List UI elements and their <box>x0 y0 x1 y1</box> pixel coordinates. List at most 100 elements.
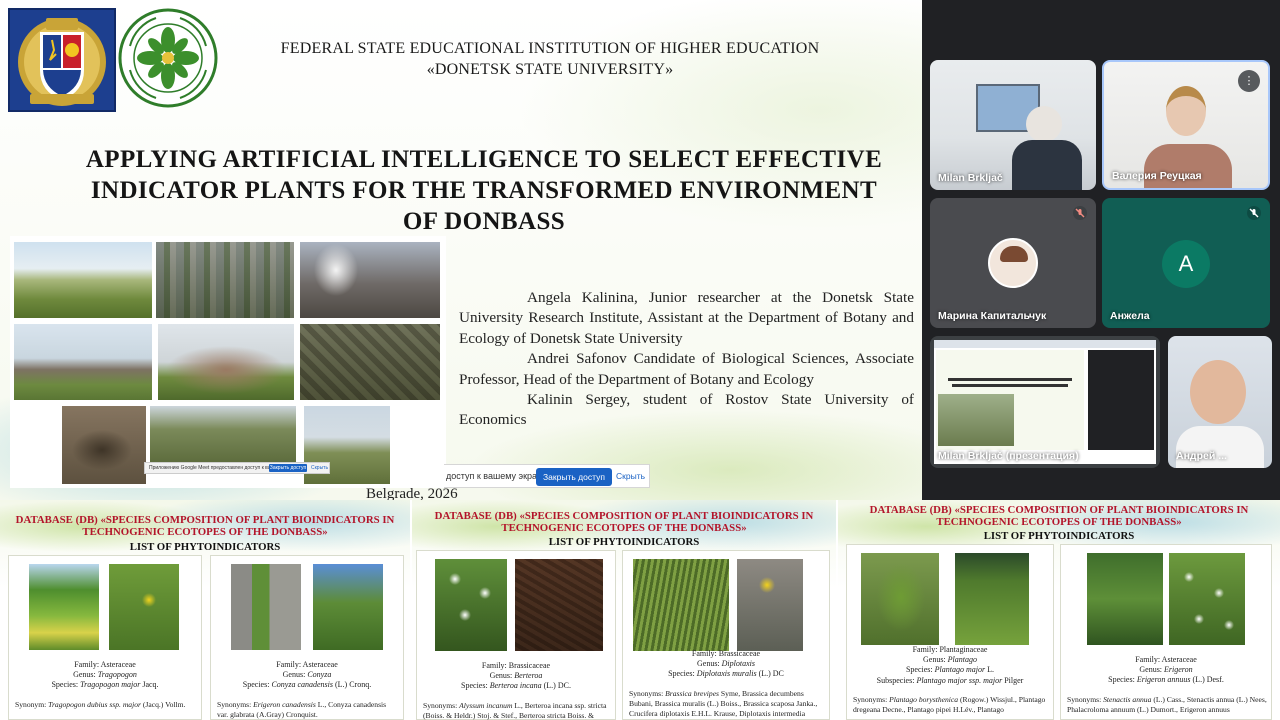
plant-photo <box>1169 553 1245 645</box>
plant-family: Family: Brassicaceae <box>481 661 551 670</box>
plant-photo <box>231 564 301 650</box>
plant-card: Family: Brassicaceae Genus: Diplotaxis S… <box>622 550 830 720</box>
database-slide-title: DATABASE (DB) «SPECIES COMPOSITION OF PL… <box>838 504 1280 528</box>
plant-taxonomy: Family: Brassicaceae Genus: Diplotaxis S… <box>625 649 827 680</box>
database-slide-title: DATABASE (DB) «SPECIES COMPOSITION OF PL… <box>0 514 410 538</box>
presentation-tile[interactable]: Milan Brkljač (презентация) <box>930 336 1160 468</box>
plant-synonyms: Synonyms: Plantago borysthenica (Rogow.)… <box>853 695 1046 715</box>
plant-photo <box>633 559 729 651</box>
plant-photo <box>515 559 603 651</box>
steppe-grass-photo <box>14 242 152 318</box>
slide-title: APPLYING ARTIFICIAL INTELLIGENCE TO SELE… <box>40 144 922 237</box>
db-title-line: TECHNOGENIC ECOTOPES OF THE DONBASS» <box>82 526 328 538</box>
plant-photo <box>435 559 507 651</box>
authors-list: Angela Kalinina, Junior researcher at th… <box>459 288 914 431</box>
hide-share-bar-link[interactable]: Скрыть <box>616 471 645 481</box>
participant-tile[interactable]: Milan Brkljač <box>930 60 1096 190</box>
presentation-thumbnail <box>934 340 1156 464</box>
plant-family: Family: Asteraceae <box>1135 655 1197 664</box>
participant-video-person <box>1190 360 1246 424</box>
thumbnail-photos <box>938 394 1014 446</box>
institution-name-line2: «DONETSK STATE UNIVERSITY» <box>426 61 674 78</box>
more-options-icon[interactable]: ⋮ <box>1238 70 1260 92</box>
microphone-muted-icon <box>1247 206 1261 220</box>
avatar-photo <box>1000 246 1028 262</box>
plant-species: Species: Tragopogon major Jacq. <box>51 680 159 690</box>
participant-video-body <box>1144 144 1232 188</box>
plant-photo <box>1087 553 1163 645</box>
participant-tile[interactable]: Андрей ... <box>1168 336 1272 468</box>
database-slide: DATABASE (DB) «SPECIES COMPOSITION OF PL… <box>838 500 1280 720</box>
db-title-line: DATABASE (DB) «SPECIES COMPOSITION OF PL… <box>15 514 395 526</box>
plant-taxonomy: Family: Brassicaceae Genus: Berteroa Spe… <box>419 661 613 692</box>
nested-stop-share-button: Закрыть доступ <box>269 464 307 472</box>
plant-species: Species: Diplotaxis muralis (L.) DC <box>668 669 784 679</box>
plant-genus: Genus: Erigeron <box>1139 665 1193 675</box>
biology-faculty-logo <box>116 6 220 110</box>
plant-species: Species: Plantago major L. <box>905 665 994 675</box>
db-title-line: TECHNOGENIC ECOTOPES OF THE DONBASS» <box>936 516 1182 528</box>
thumbnail-title-bar <box>948 378 1072 381</box>
plant-family: Family: Asteraceae <box>74 660 136 669</box>
database-slide-title: DATABASE (DB) «SPECIES COMPOSITION OF PL… <box>412 510 836 534</box>
plant-photo <box>737 559 803 651</box>
institution-name-line1: FEDERAL STATE EDUCATIONAL INSTITUTION OF… <box>280 40 820 57</box>
thumbnail-title-bar <box>952 384 1068 387</box>
participant-tile[interactable]: A Анжела <box>1102 198 1270 328</box>
plant-photo <box>29 564 99 650</box>
participant-name: Анжела <box>1110 310 1150 322</box>
city-aerial-photo <box>156 242 294 318</box>
plant-genus: Genus: Tragopogon <box>73 670 137 680</box>
plant-card: Family: Asteraceae Genus: Tragopogon Spe… <box>8 555 202 720</box>
plant-photo <box>313 564 383 650</box>
field-debris-photo <box>150 406 296 464</box>
shared-presentation-slide: FEDERAL STATE EDUCATIONAL INSTITUTION OF… <box>0 0 922 500</box>
plant-taxonomy: Family: Plantaginaceae Genus: Plantago S… <box>849 645 1051 686</box>
plant-photo <box>861 553 939 645</box>
participant-video-person <box>1166 86 1206 136</box>
db-title-line: DATABASE (DB) «SPECIES COMPOSITION OF PL… <box>434 510 814 522</box>
landscape-photo-collage <box>10 236 446 488</box>
screen-share-bar: доступ к вашему экрану. Закрыть доступ С… <box>444 464 650 488</box>
university-emblem-logo <box>8 8 116 112</box>
screen-share-text: доступ к вашему экрану. <box>446 471 549 481</box>
participant-video-person <box>1026 106 1062 142</box>
thumbnail-slide <box>936 350 1084 450</box>
slide-footer-location-year: Belgrade, 2026 <box>366 486 458 500</box>
participant-name: Milan Brkljač (презентация) <box>938 450 1079 462</box>
plant-family: Family: Brassicaceae <box>691 649 761 658</box>
stop-sharing-button[interactable]: Закрыть доступ <box>536 468 612 486</box>
database-slide-subtitle: LIST OF PHYTOINDICATORS <box>983 530 1135 542</box>
nested-hide-link: Скрыть <box>311 465 329 471</box>
plant-species: Species: Conyza canadensis (L.) Cronq. <box>242 680 372 690</box>
slide-title-line: APPLYING ARTIFICIAL INTELLIGENCE TO SELE… <box>85 146 883 173</box>
plant-genus: Genus: Diplotaxis <box>696 659 755 669</box>
database-slides-strip: DATABASE (DB) «SPECIES COMPOSITION OF PL… <box>0 500 1280 720</box>
mine-headframe-photo <box>14 324 152 400</box>
microphone-muted-icon <box>1073 206 1087 220</box>
plant-synonyms: Synonyms: Brassica brevipes Syme, Brassi… <box>629 689 818 719</box>
plant-card: Family: Plantaginaceae Genus: Plantago S… <box>846 544 1054 720</box>
author-entry: Kalinin Sergey, student of Rostov State … <box>459 391 914 429</box>
plant-subspecies: Subspecies: Plantago major ssp. major Pi… <box>876 675 1024 685</box>
ground-pit-photo <box>62 406 146 484</box>
participant-tile[interactable]: Марина Капитальчук <box>930 198 1096 328</box>
plant-card: Family: Brassicaceae Genus: Berteroa Spe… <box>416 550 616 720</box>
plant-photo <box>109 564 179 650</box>
participant-name: Milan Brkljač <box>938 172 1003 184</box>
database-slide: DATABASE (DB) «SPECIES COMPOSITION OF PL… <box>0 500 410 720</box>
plant-synonyms: Synonyms: Stenactis annua (L.) Cass., St… <box>1067 695 1267 715</box>
plant-genus: Genus: Plantago <box>922 655 977 665</box>
industrial-plant-photo <box>300 242 440 318</box>
plant-genus: Genus: Conyza <box>282 670 332 680</box>
participant-name: Марина Капитальчук <box>938 310 1047 322</box>
slide-title-line: OF DONBASS <box>402 208 566 235</box>
database-slide-subtitle: LIST OF PHYTOINDICATORS <box>548 536 700 548</box>
database-slide-subtitle: LIST OF PHYTOINDICATORS <box>129 541 281 553</box>
plant-genus: Genus: Berteroa <box>489 671 543 681</box>
thumbnail-browser-bar <box>934 340 1156 348</box>
participant-tile[interactable]: ⋮ Валерия Реуцкая <box>1102 60 1270 190</box>
participant-name: Валерия Реуцкая <box>1112 170 1202 182</box>
participant-avatar <box>988 238 1038 288</box>
participant-video-body <box>1012 140 1082 190</box>
